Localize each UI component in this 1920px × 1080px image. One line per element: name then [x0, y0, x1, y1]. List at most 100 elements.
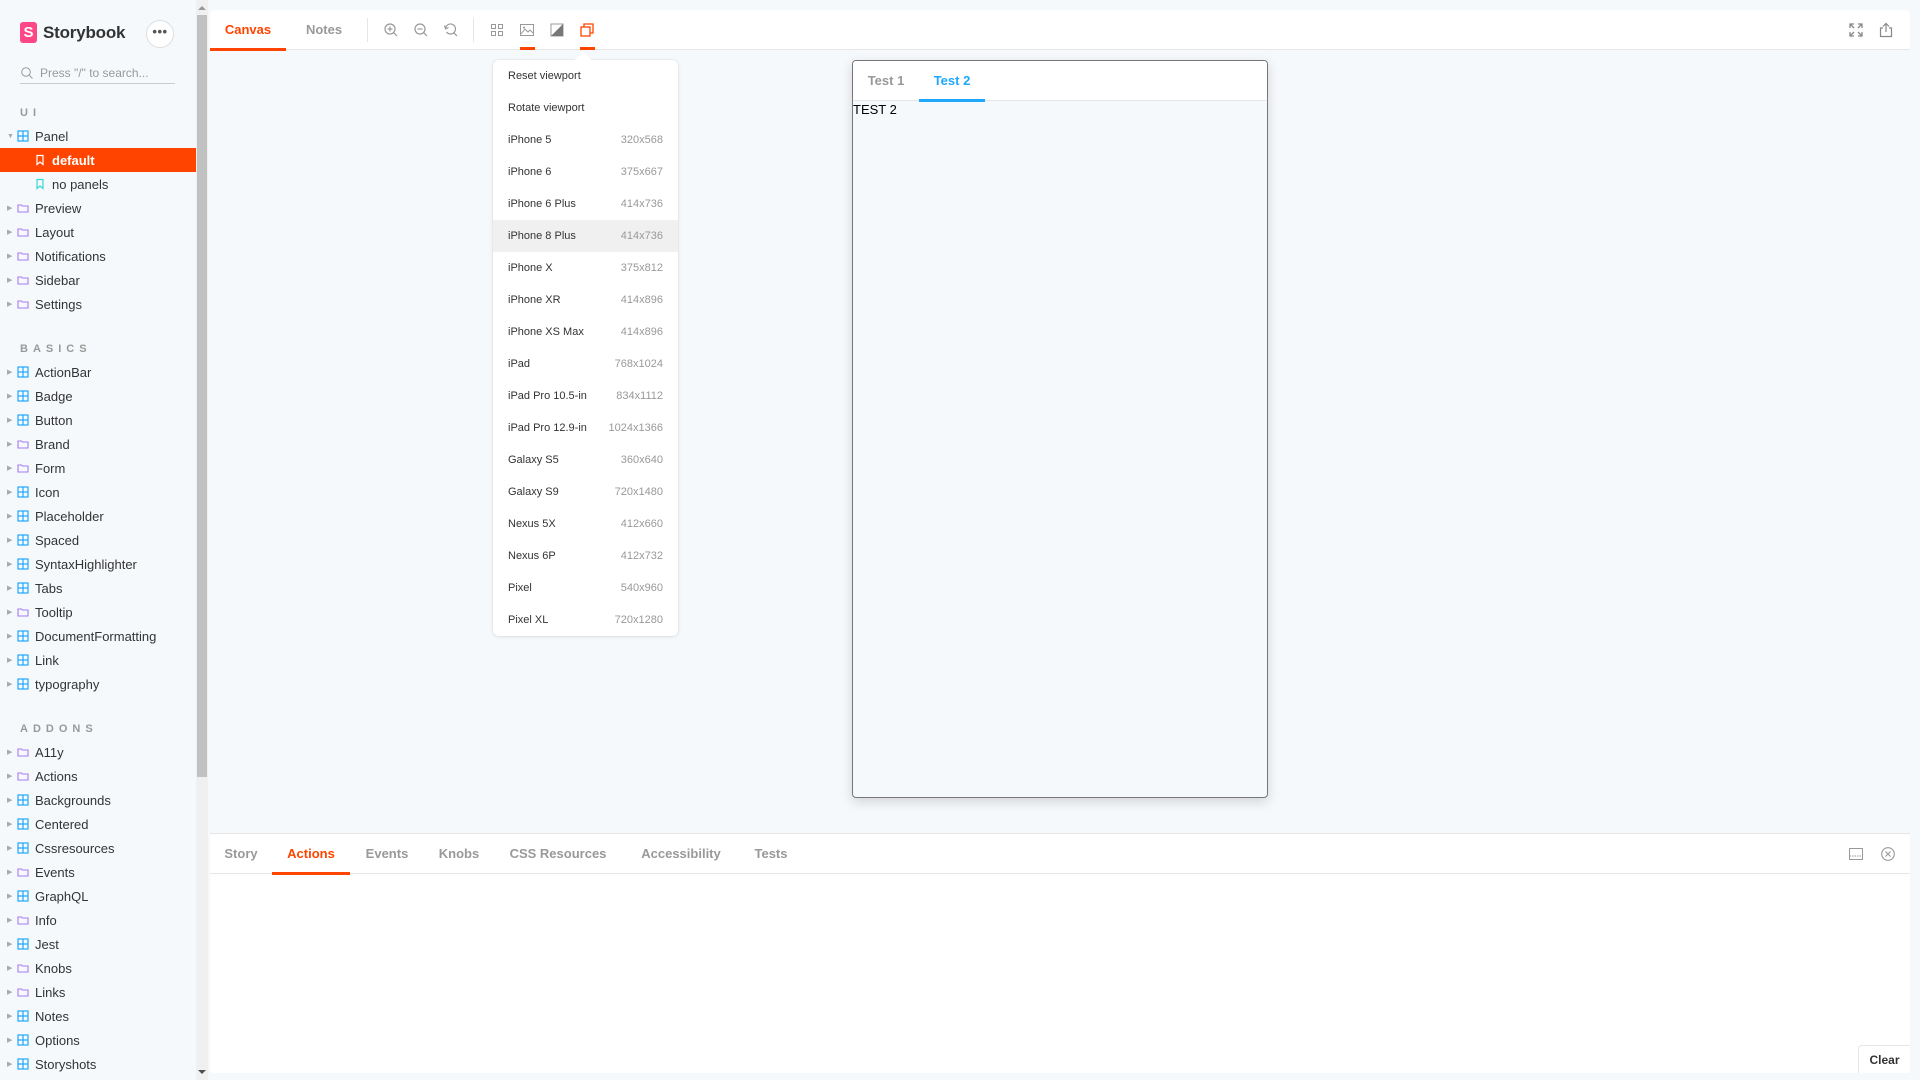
menu-item-device[interactable]: Nexus 5X 412x660 [493, 508, 678, 540]
tab-canvas[interactable]: Canvas [210, 10, 286, 51]
addon-tab-story[interactable]: Story [210, 834, 272, 874]
scroll-down-arrow-icon[interactable] [198, 1070, 206, 1074]
zoom-in-icon[interactable] [383, 22, 399, 38]
caret-right-icon: ▶ [7, 845, 13, 852]
menu-item-device[interactable]: iPhone 6 Plus 414x736 [493, 188, 678, 220]
sidebar-item-jest[interactable]: ▶ Jest [0, 932, 196, 956]
sidebar-item-knobs[interactable]: ▶ Knobs [0, 956, 196, 980]
sidebar-menu-button[interactable]: ••• [146, 20, 174, 48]
brand-name: Storybook [43, 22, 126, 42]
addon-tab-accessibility[interactable]: Accessibility [622, 834, 740, 874]
sidebar-item-sidebar[interactable]: ▶ Sidebar [0, 268, 196, 292]
sidebar-item-backgrounds[interactable]: ▶ Backgrounds [0, 788, 196, 812]
zoom-reset-icon[interactable] [443, 22, 459, 38]
menu-item-device[interactable]: iPhone X 375x812 [493, 252, 678, 284]
sidebar-item-actionbar[interactable]: ▶ ActionBar [0, 360, 196, 384]
menu-item-device[interactable]: iPhone 6 375x667 [493, 156, 678, 188]
sidebar-item-documentformatting[interactable]: ▶ DocumentFormatting [0, 624, 196, 648]
caret-right-icon: ▶ [7, 1013, 13, 1020]
sidebar-item-centered[interactable]: ▶ Centered [0, 812, 196, 836]
tab-notes[interactable]: Notes [286, 10, 362, 50]
menu-item-reset-viewport[interactable]: Reset viewport [493, 60, 678, 92]
share-icon[interactable] [1878, 22, 1894, 38]
sidebar-item-actions[interactable]: ▶ Actions [0, 764, 196, 788]
sidebar-item-placeholder[interactable]: ▶ Placeholder [0, 504, 196, 528]
preview-tab-test-1[interactable]: Test 1 [853, 61, 919, 101]
sidebar-item-options[interactable]: ▶ Options [0, 1028, 196, 1052]
sidebar-scrollbar[interactable] [196, 0, 208, 1080]
grid-icon[interactable] [489, 22, 505, 38]
story-item-default[interactable]: default [0, 148, 196, 172]
sidebar-item-panel[interactable]: ▼ Panel [0, 124, 196, 148]
folder-icon [17, 462, 29, 474]
sidebar-item-badge[interactable]: ▶ Badge [0, 384, 196, 408]
sidebar-item-graphql[interactable]: ▶ GraphQL [0, 884, 196, 908]
sidebar-item-tabs[interactable]: ▶ Tabs [0, 576, 196, 600]
menu-item-rotate-viewport[interactable]: Rotate viewport [493, 92, 678, 124]
menu-item-device[interactable]: Galaxy S5 360x640 [493, 444, 678, 476]
scroll-up-arrow-icon[interactable] [198, 6, 206, 10]
sidebar-item-syntaxhighlighter[interactable]: ▶ SyntaxHighlighter [0, 552, 196, 576]
sidebar-item-tooltip[interactable]: ▶ Tooltip [0, 600, 196, 624]
search-input[interactable] [40, 65, 170, 80]
sidebar-item-brand[interactable]: ▶ Brand [0, 432, 196, 456]
panel-orientation-icon[interactable] [1848, 846, 1864, 862]
search-box[interactable] [20, 62, 175, 84]
sidebar-item-events[interactable]: ▶ Events [0, 860, 196, 884]
fullscreen-icon[interactable] [1848, 22, 1864, 38]
component-icon [17, 938, 29, 950]
zoom-out-icon[interactable] [413, 22, 429, 38]
sidebar-item-button[interactable]: ▶ Button [0, 408, 196, 432]
sidebar-item-spaced[interactable]: ▶ Spaced [0, 528, 196, 552]
device-dimensions: 414x736 [620, 198, 663, 210]
sidebar-item-layout[interactable]: ▶ Layout [0, 220, 196, 244]
clear-button[interactable]: Clear [1858, 1045, 1910, 1073]
sidebar-item-storyshots[interactable]: ▶ Storyshots [0, 1052, 196, 1076]
addon-tabs: Story Actions Events Knobs CSS Resources… [210, 834, 1910, 875]
addon-tab-events[interactable]: Events [350, 834, 424, 874]
addon-tab-tests[interactable]: Tests [740, 834, 802, 874]
scrollbar-thumb[interactable] [197, 15, 207, 777]
story-item-no-panels[interactable]: no panels [0, 172, 196, 196]
sidebar-item-icon[interactable]: ▶ Icon [0, 480, 196, 504]
menu-item-device[interactable]: Pixel 540x960 [493, 572, 678, 604]
menu-item-device[interactable]: iPad Pro 10.5-in 834x1112 [493, 380, 678, 412]
device-dimensions: 412x660 [620, 518, 663, 530]
device-dimensions: 540x960 [620, 582, 663, 594]
sidebar-item-preview[interactable]: ▶ Preview [0, 196, 196, 220]
story-item-label: default [52, 152, 95, 168]
menu-item-device[interactable]: iPhone 8 Plus 414x736 [493, 220, 678, 252]
menu-item-device[interactable]: Pixel XL 720x1280 [493, 604, 678, 636]
close-panel-icon[interactable] [1880, 846, 1896, 862]
caret-right-icon: ▶ [7, 681, 13, 688]
sidebar-item-label: GraphQL [35, 888, 89, 904]
folder-icon [17, 606, 29, 618]
menu-item-device[interactable]: iPhone 5 320x568 [493, 124, 678, 156]
sidebar-item-link[interactable]: ▶ Link [0, 648, 196, 672]
viewport-active-indicator [580, 47, 595, 50]
menu-item-device[interactable]: iPad 768x1024 [493, 348, 678, 380]
sidebar-item-settings[interactable]: ▶ Settings [0, 292, 196, 316]
sidebar-item-form[interactable]: ▶ Form [0, 456, 196, 480]
sidebar-item-links[interactable]: ▶ Links [0, 980, 196, 1004]
sidebar-item-notifications[interactable]: ▶ Notifications [0, 244, 196, 268]
preview-frame: Test 1 Test 2 TEST 2 [852, 60, 1268, 798]
menu-item-device[interactable]: Galaxy S9 720x1480 [493, 476, 678, 508]
addon-tab-knobs[interactable]: Knobs [424, 834, 494, 874]
addon-tab-actions[interactable]: Actions [272, 834, 350, 875]
sidebar-item-info[interactable]: ▶ Info [0, 908, 196, 932]
menu-item-device[interactable]: Nexus 6P 412x732 [493, 540, 678, 572]
menu-item-device[interactable]: iPhone XS Max 414x896 [493, 316, 678, 348]
sidebar-item-a11y[interactable]: ▶ A11y [0, 740, 196, 764]
preview-tab-test-2[interactable]: Test 2 [919, 61, 985, 102]
sidebar-item-cssresources[interactable]: ▶ Cssresources [0, 836, 196, 860]
sidebar-item-typography[interactable]: ▶ typography [0, 672, 196, 696]
viewport-icon[interactable] [579, 22, 595, 38]
brand[interactable]: S Storybook [20, 22, 125, 43]
background-image-icon[interactable] [519, 22, 535, 38]
menu-item-device[interactable]: iPad Pro 12.9-in 1024x1366 [493, 412, 678, 444]
contrast-icon[interactable] [549, 22, 565, 38]
addon-tab-css-resources[interactable]: CSS Resources [494, 834, 622, 874]
menu-item-device[interactable]: iPhone XR 414x896 [493, 284, 678, 316]
sidebar-item-notes[interactable]: ▶ Notes [0, 1004, 196, 1028]
